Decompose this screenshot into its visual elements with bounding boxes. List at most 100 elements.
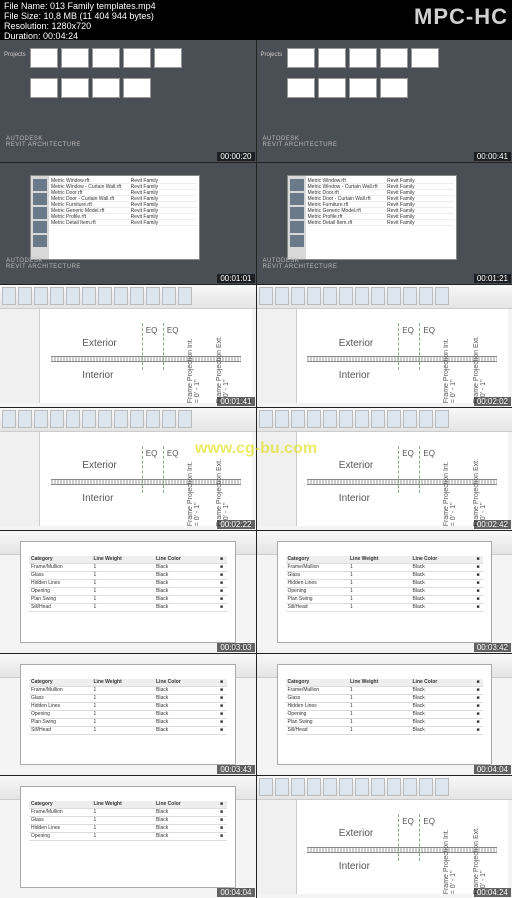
properties-panel[interactable] (257, 432, 297, 526)
ribbon-button[interactable] (435, 778, 449, 796)
ribbon-button[interactable] (307, 410, 321, 428)
ribbon-button[interactable] (355, 778, 369, 796)
ref-plane[interactable] (419, 323, 420, 370)
ribbon-button[interactable] (291, 287, 305, 305)
thumb-7[interactable]: Exterior Interior EQ EQ Frame Projection… (0, 408, 256, 530)
thumb-12[interactable]: CategoryLine WeightLine Color■ Frame/Mul… (257, 654, 512, 776)
recent-tile[interactable] (318, 78, 346, 98)
ribbon-button[interactable] (130, 410, 144, 428)
recent-tile[interactable] (123, 78, 151, 98)
param-table[interactable]: CategoryLine WeightLine Color■ Frame/Mul… (286, 556, 484, 612)
ribbon-button[interactable] (355, 287, 369, 305)
drawing-canvas[interactable]: Exterior Interior EQ EQ Frame Projection… (40, 309, 252, 403)
ribbon-button[interactable] (2, 287, 16, 305)
ribbon-button[interactable] (435, 410, 449, 428)
ribbon-button[interactable] (339, 410, 353, 428)
ribbon-button[interactable] (307, 778, 321, 796)
ribbon-button[interactable] (178, 410, 192, 428)
ribbon[interactable] (257, 285, 512, 309)
ribbon-button[interactable] (275, 287, 289, 305)
ribbon[interactable] (257, 408, 512, 432)
ref-plane[interactable] (419, 446, 420, 493)
object-styles-dialog[interactable]: CategoryLine WeightLine Color■ Frame/Mul… (20, 786, 236, 888)
ribbon-button[interactable] (323, 287, 337, 305)
ribbon-button[interactable] (259, 287, 273, 305)
ref-plane[interactable] (142, 446, 143, 493)
places-icon[interactable] (33, 235, 47, 247)
object-styles-dialog[interactable]: CategoryLine WeightLine Color■ Frame/Mul… (277, 541, 493, 643)
ribbon-button[interactable] (259, 410, 273, 428)
recent-tile[interactable] (30, 48, 58, 68)
ribbon-button[interactable] (114, 410, 128, 428)
thumb-14[interactable]: Exterior Interior EQ EQ Frame Projection… (257, 776, 512, 898)
ribbon-button[interactable] (419, 778, 433, 796)
param-table[interactable]: CategoryLine WeightLine Color■ Frame/Mul… (29, 679, 227, 735)
thumb-4[interactable]: Metric Window.rftRevit Family Metric Win… (257, 163, 512, 285)
param-table[interactable]: CategoryLine WeightLine Color■ Frame/Mul… (29, 556, 227, 612)
ribbon-button[interactable] (323, 778, 337, 796)
thumb-10[interactable]: CategoryLine WeightLine Color■ Frame/Mul… (257, 531, 512, 653)
ribbon-button[interactable] (66, 410, 80, 428)
ribbon-button[interactable] (339, 287, 353, 305)
recent-tile[interactable] (61, 48, 89, 68)
open-file-dialog[interactable]: Metric Window.rftRevit Family Metric Win… (287, 175, 457, 260)
ribbon-button[interactable] (50, 287, 64, 305)
ribbon-button[interactable] (323, 410, 337, 428)
ribbon-button[interactable] (435, 287, 449, 305)
recent-tile[interactable] (123, 48, 151, 68)
ribbon-button[interactable] (82, 287, 96, 305)
ribbon-button[interactable] (275, 410, 289, 428)
ribbon-button[interactable] (403, 778, 417, 796)
ref-plane[interactable] (419, 814, 420, 861)
ribbon-button[interactable] (403, 410, 417, 428)
properties-panel[interactable] (257, 800, 297, 894)
drawing-canvas[interactable]: Exterior Interior EQ EQ Frame Projection… (297, 800, 509, 894)
param-table[interactable]: CategoryLine WeightLine Color■ Frame/Mul… (286, 679, 484, 735)
ribbon-button[interactable] (130, 287, 144, 305)
properties-panel[interactable] (0, 432, 40, 526)
ribbon-button[interactable] (66, 287, 80, 305)
thumb-3[interactable]: Metric Window.rftRevit Family Metric Win… (0, 163, 256, 285)
ribbon-button[interactable] (307, 287, 321, 305)
ribbon-button[interactable] (291, 410, 305, 428)
recent-tile[interactable] (287, 48, 315, 68)
ribbon-button[interactable] (162, 287, 176, 305)
recent-tile[interactable] (92, 48, 120, 68)
ref-plane[interactable] (163, 323, 164, 370)
ribbon-button[interactable] (34, 287, 48, 305)
open-file-dialog[interactable]: Metric Window.rftRevit Family Metric Win… (30, 175, 200, 260)
ribbon-button[interactable] (82, 410, 96, 428)
properties-panel[interactable] (0, 309, 40, 403)
ribbon-button[interactable] (291, 778, 305, 796)
object-styles-dialog[interactable]: CategoryLine WeightLine Color■ Frame/Mul… (20, 664, 236, 766)
thumb-5[interactable]: Exterior Interior EQ EQ Frame Projection… (0, 285, 256, 407)
ribbon[interactable] (257, 776, 512, 800)
ribbon-button[interactable] (178, 287, 192, 305)
ribbon-button[interactable] (146, 410, 160, 428)
places-icon[interactable] (33, 193, 47, 205)
ribbon-button[interactable] (371, 287, 385, 305)
param-table[interactable]: CategoryLine WeightLine Color■ Frame/Mul… (29, 801, 227, 841)
thumb-11[interactable]: CategoryLine WeightLine Color■ Frame/Mul… (0, 654, 256, 776)
thumb-1[interactable]: Projects AUTODESK REVIT ARCHITECTURE 00:… (0, 40, 256, 162)
thumb-6[interactable]: Exterior Interior EQ EQ Frame Projection… (257, 285, 512, 407)
thumb-2[interactable]: Projects AUTODESK REVIT ARCHITECTURE 00:… (257, 40, 512, 162)
object-styles-dialog[interactable]: CategoryLine WeightLine Color■ Frame/Mul… (277, 664, 493, 766)
recent-tile[interactable] (380, 78, 408, 98)
thumb-8[interactable]: Exterior Interior EQ EQ Frame Projection… (257, 408, 512, 530)
ribbon-button[interactable] (146, 287, 160, 305)
drawing-canvas[interactable]: Exterior Interior EQ EQ Frame Projection… (297, 309, 509, 403)
ribbon-button[interactable] (114, 287, 128, 305)
file-list[interactable]: Metric Window.rftRevit Family Metric Win… (49, 176, 199, 259)
ribbon-button[interactable] (371, 410, 385, 428)
recent-tile[interactable] (30, 78, 58, 98)
recent-tile[interactable] (318, 48, 346, 68)
places-icon[interactable] (290, 235, 304, 247)
ribbon-button[interactable] (259, 778, 273, 796)
drawing-canvas[interactable]: Exterior Interior EQ EQ Frame Projection… (40, 432, 252, 526)
thumb-13[interactable]: CategoryLine WeightLine Color■ Frame/Mul… (0, 776, 256, 898)
places-icon[interactable] (290, 221, 304, 233)
recent-tile[interactable] (411, 48, 439, 68)
ribbon-button[interactable] (2, 410, 16, 428)
ribbon-button[interactable] (275, 778, 289, 796)
